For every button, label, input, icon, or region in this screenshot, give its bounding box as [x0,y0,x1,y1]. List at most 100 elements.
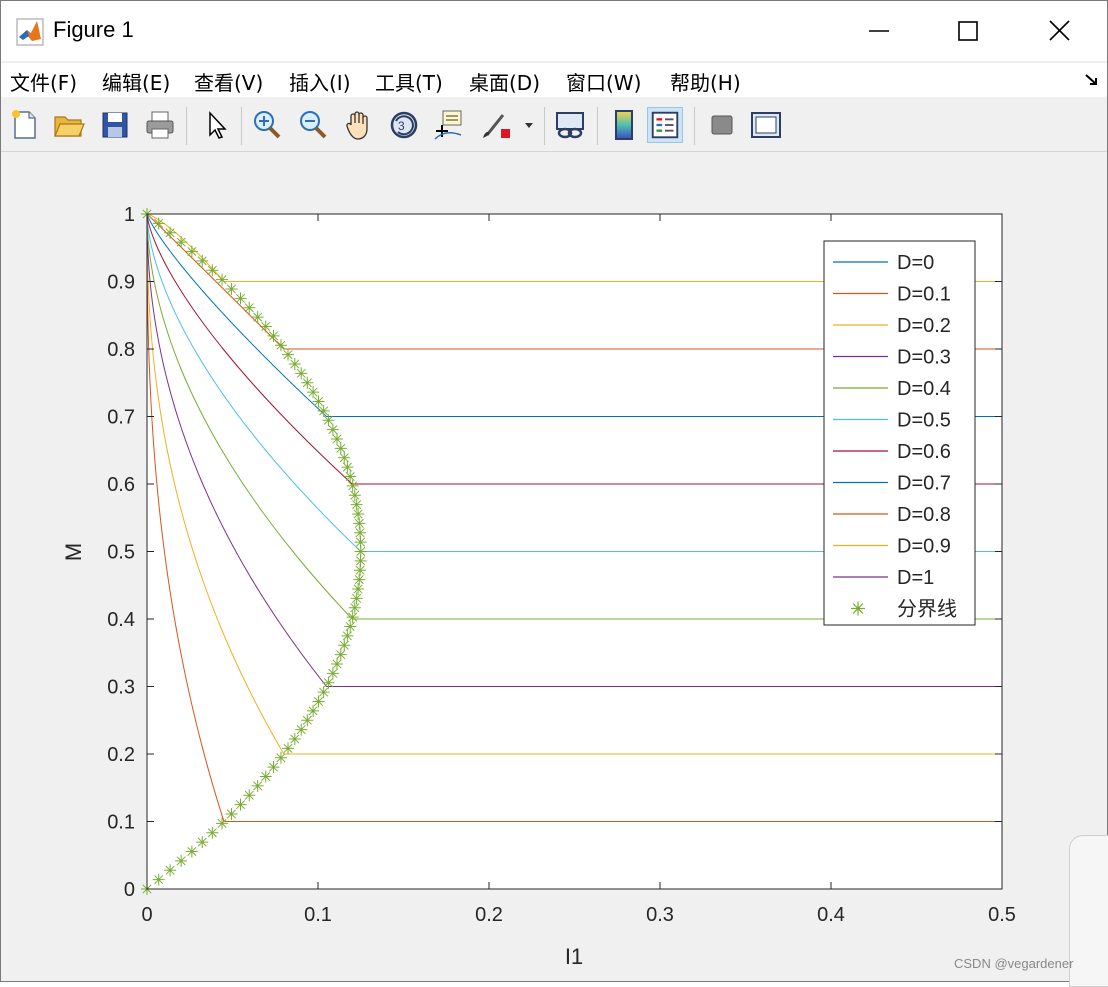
x-tick-label: 0.1 [304,904,332,926]
legend-label: D=0 [897,252,934,274]
menu-view[interactable]: 查看(V) [194,67,263,96]
boundary-marker [353,517,366,530]
x-tick-label: 0.4 [817,904,845,926]
menu-insert[interactable]: 插入(I) [289,67,351,96]
legend-label: D=0.3 [897,347,951,369]
zoom-in-icon[interactable] [249,107,285,143]
watermark: CSDN @vegardener [954,956,1074,971]
boundary-marker [225,808,238,820]
legend-icon[interactable] [647,107,683,143]
colorbar-icon[interactable] [606,107,642,143]
boundary-marker [216,817,229,830]
boundary-marker [282,742,295,755]
new-file-icon[interactable] [7,107,43,143]
svg-text:3: 3 [398,119,405,133]
boundary-marker [185,845,198,858]
toolbar-separator [186,107,187,145]
boundary-marker [353,573,366,586]
boundary-marker [152,217,165,230]
legend[interactable]: D=0 D=0.1 D=0.2 D=0.3 D=0.4 D=0.5 D=0.6 D=0.7 D=… [823,240,976,626]
menu-help[interactable]: 帮助(H) [670,67,741,96]
dock-arrow-icon[interactable] [1083,71,1101,89]
y-axis-label: M [61,543,86,561]
menu-window[interactable]: 窗口(W) [566,67,641,96]
x-tick-label: 0 [141,904,152,926]
boundary-marker [341,461,354,474]
maximize-button[interactable] [948,15,988,47]
legend-label: D=0.2 [897,315,951,337]
menu-desktop[interactable]: 桌面(D) [469,67,540,96]
x-axis-label: I1 [565,944,583,969]
boundary-marker [348,601,361,614]
boundary-marker [259,770,272,783]
legend-label: D=0.7 [897,473,951,495]
menu-file[interactable]: 文件(F) [10,67,77,96]
boundary-marker [301,714,314,727]
x-tick-label: 0.2 [475,904,503,926]
hide-plot-tools-icon[interactable] [704,107,740,143]
legend-label: D=0.9 [897,536,951,558]
menu-edit[interactable]: 编辑(E) [102,67,170,96]
boundary-marker [206,826,219,839]
brush-dropdown-icon[interactable] [523,119,535,131]
boundary-marker [185,245,198,258]
boundary-marker [317,686,330,699]
show-plot-tools-icon[interactable] [748,107,784,143]
minimize-button[interactable] [859,15,899,47]
data-cursor-icon[interactable] [431,107,467,143]
legend-label: D=0.6 [897,441,951,463]
legend-label: D=0.8 [897,504,951,526]
title-bar[interactable]: Figure 1 [1,1,1107,61]
toolbar-separator [597,107,598,145]
menu-tools[interactable]: 工具(T) [375,67,443,96]
print-icon[interactable] [142,107,178,143]
boundary-marker [175,854,188,867]
open-folder-icon[interactable] [51,107,87,143]
save-icon[interactable] [97,107,133,143]
legend-label: D=0.4 [897,378,951,400]
zoom-out-icon[interactable] [295,107,331,143]
toolbar-separator [241,107,242,145]
pan-hand-icon[interactable] [341,107,377,143]
boundary-marker [251,779,264,792]
boundary-marker [243,789,256,802]
boundary-marker [164,864,177,877]
rotate-3d-icon[interactable]: 3 [386,107,422,143]
boundary-marker [164,226,177,239]
figure-window: Figure 1 文件(F) 编辑(E) 查看(V) 插入(I) 工具(T) 桌… [0,0,1108,987]
close-button[interactable] [1039,15,1079,47]
menu-bar: 文件(F) 编辑(E) 查看(V) 插入(I) 工具(T) 桌面(D) 窗口(W… [1,63,1107,97]
toolbar-separator [694,107,695,145]
pointer-icon[interactable] [198,107,234,143]
window-title: Figure 1 [53,17,134,42]
link-plot-icon[interactable] [552,107,588,143]
y-tick-label: 0.1 [107,812,135,834]
y-tick-label: 0.5 [107,542,135,564]
boundary-marker [152,873,165,886]
boundary-marker [175,236,188,249]
y-tick-label: 0.8 [107,339,135,361]
y-tick-label: 0.6 [107,474,135,496]
brush-icon[interactable] [477,107,513,143]
boundary-marker [196,836,209,849]
legend-label: D=0.1 [897,284,951,306]
toolbar: 3 [1,99,1107,152]
figure-canvas: 0 0.1 0.2 0.3 0.4 0.5 0 0.1 0.2 0.3 0.4 0.5 0.6 0.7 0.… [1,152,1107,981]
y-tick-label: 0.4 [107,609,135,631]
boundary-marker [348,489,361,502]
legend-label: D=0.5 [897,410,951,432]
y-tick-label: 0.3 [107,677,135,699]
matlab-logo-icon [16,18,44,46]
boundary-marker [234,798,247,811]
boundary-marker [341,629,354,642]
side-panel-tab[interactable] [1069,835,1108,987]
chart[interactable]: 0 0.1 0.2 0.3 0.4 0.5 0 0.1 0.2 0.3 0.4 0.5 0.6 0.7 0.… [1,152,1107,981]
y-tick-label: 0.9 [107,272,135,294]
x-tick-label: 0.5 [988,904,1016,926]
y-tick-label: 0.2 [107,744,135,766]
legend-label: 分界线 [897,598,957,621]
y-tick-label: 1 [124,204,135,226]
y-tick-label: 0 [124,879,135,901]
y-tick-label: 0.7 [107,407,135,429]
x-tick-label: 0.3 [646,904,674,926]
